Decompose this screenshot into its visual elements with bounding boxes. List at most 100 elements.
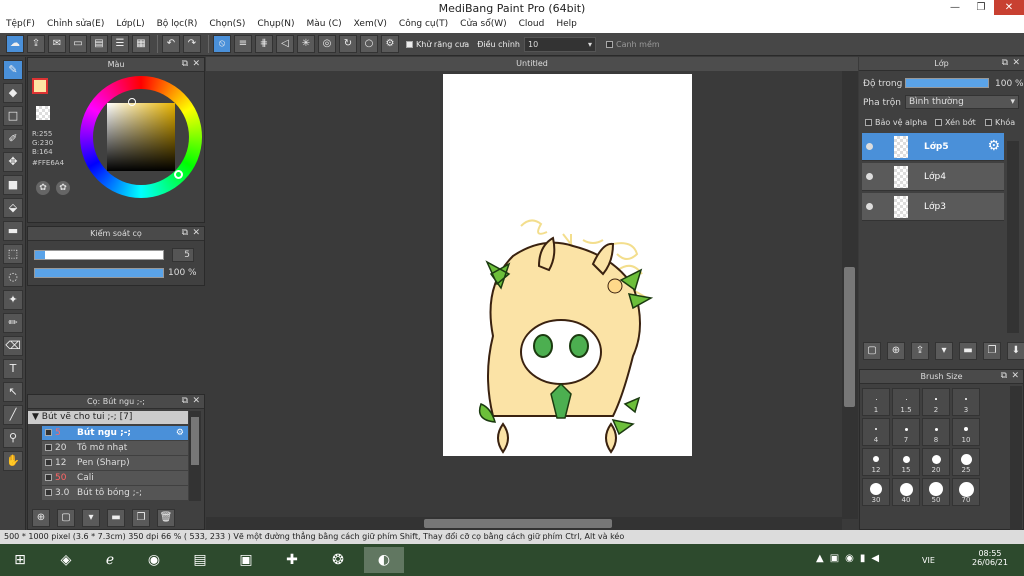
menu-color[interactable]: Màu (C)	[301, 17, 348, 33]
folder-icon[interactable]: ▬	[107, 509, 125, 527]
layer-row[interactable]: Lớp4	[862, 163, 1004, 191]
close-icon[interactable]: ✕	[192, 227, 200, 240]
menu-snap[interactable]: Chụp(N)	[251, 17, 300, 33]
eyedropper-tool-icon[interactable]: ⚲	[3, 428, 23, 448]
restore-button[interactable]: ❐	[968, 0, 994, 15]
ellipse-snap-icon[interactable]: ○	[360, 35, 378, 53]
bluestacks-icon[interactable]: ◈	[46, 547, 86, 573]
brush-item[interactable]: 20 Tô mờ nhạt	[42, 441, 188, 455]
redo-icon[interactable]: ↷	[183, 35, 201, 53]
lock-toggle[interactable]: Khóa	[985, 118, 1015, 127]
chrome-icon[interactable]: ◉	[134, 547, 174, 573]
canvas-vertical-scrollbar[interactable]	[842, 71, 858, 519]
grid-icon[interactable]: ▦	[132, 35, 150, 53]
brush-size-preset[interactable]: 4	[862, 418, 890, 446]
tray-icons[interactable]: ▲▣◉▮◀	[816, 553, 885, 564]
import-layer-icon[interactable]: ⇪	[911, 342, 929, 360]
palette-icon[interactable]: ✿	[36, 181, 50, 195]
layer-menu-icon[interactable]: ▾	[935, 342, 953, 360]
snap-off-icon[interactable]: ⦸	[213, 35, 231, 53]
delete-icon[interactable]: 🗑	[157, 509, 175, 527]
hue-picker-handle[interactable]	[174, 170, 183, 179]
lasso-tool-icon[interactable]: ◌	[3, 267, 23, 287]
brush-size-preset[interactable]: 20	[922, 448, 950, 476]
protect-alpha-checkbox[interactable]	[865, 119, 872, 126]
gradient-tool-icon[interactable]: ▬	[3, 221, 23, 241]
brush-item-checkbox[interactable]	[45, 489, 52, 496]
minimize-button[interactable]: —	[942, 0, 968, 15]
medibang-icon[interactable]: ◐	[364, 547, 404, 573]
pen-tool-icon[interactable]: ✐	[3, 129, 23, 149]
popout-icon[interactable]: ⧉	[1001, 370, 1007, 383]
brush-item-checkbox[interactable]	[45, 429, 52, 436]
bucket-tool-icon[interactable]: ⬙	[3, 198, 23, 218]
lock-checkbox[interactable]	[985, 119, 992, 126]
popout-icon[interactable]: ⧉	[1002, 57, 1008, 70]
close-icon[interactable]: ✕	[1011, 370, 1019, 383]
menu-window[interactable]: Cửa sổ(W)	[454, 17, 512, 33]
brush-opacity-slider[interactable]	[34, 268, 164, 278]
fill-rect-tool-icon[interactable]: ■	[3, 175, 23, 195]
brush-item[interactable]: 5 Bút ngu ;-; ⚙	[42, 426, 188, 440]
operation-tool-icon[interactable]: ↖	[3, 382, 23, 402]
select-eraser-tool-icon[interactable]: ⌫	[3, 336, 23, 356]
divide-tool-icon[interactable]: ╱	[3, 405, 23, 425]
brush-item-checkbox[interactable]	[45, 444, 52, 451]
brush-size-preset[interactable]: 25	[952, 448, 980, 476]
file-explorer-icon[interactable]: ▤	[180, 547, 220, 573]
close-icon[interactable]: ✕	[1012, 57, 1020, 70]
gear-icon[interactable]: ⚙	[987, 138, 1000, 154]
correction-select[interactable]: 10 ▾	[523, 36, 596, 52]
clock[interactable]: 08:55 26/06/21	[972, 549, 1008, 567]
new-brush-icon[interactable]: ▢	[57, 509, 75, 527]
brush-size-preset[interactable]: 2	[922, 388, 950, 416]
clipping-checkbox[interactable]	[935, 119, 942, 126]
brush-size-preset[interactable]: 15	[892, 448, 920, 476]
close-button[interactable]: ✕	[994, 0, 1024, 15]
brush-size-preset[interactable]: 1	[862, 388, 890, 416]
menu-filter[interactable]: Bộ lọc(R)	[151, 17, 204, 33]
brush-size-preset[interactable]: 10	[952, 418, 980, 446]
brush-size-value[interactable]: 5	[172, 248, 194, 262]
brush-size-preset[interactable]: 70	[952, 478, 980, 506]
magic-wand-tool-icon[interactable]: ✦	[3, 290, 23, 310]
close-icon[interactable]: ✕	[192, 395, 200, 408]
rect-tool-icon[interactable]: □	[3, 106, 23, 126]
chat-icon[interactable]: ▭	[69, 35, 87, 53]
brush-item[interactable]: 12 Pen (Sharp)	[42, 456, 188, 470]
share-icon[interactable]: ⇪	[27, 35, 45, 53]
eraser-tool-icon[interactable]: ◆	[3, 83, 23, 103]
brush-item[interactable]: 50 Cali	[42, 471, 188, 485]
brush-size-preset[interactable]: 1.5	[892, 388, 920, 416]
new-layer-icon[interactable]: ▢	[863, 342, 881, 360]
duplicate-layer-icon[interactable]: ❐	[983, 342, 1001, 360]
layer-row[interactable]: Lớp5 ⚙	[862, 133, 1004, 161]
menu-select[interactable]: Chọn(S)	[203, 17, 251, 33]
list-icon[interactable]: ☰	[111, 35, 129, 53]
blend-mode-select[interactable]: Bình thường ▾	[905, 95, 1019, 109]
new-halftone-layer-icon[interactable]: ⊕	[887, 342, 905, 360]
visibility-icon[interactable]	[866, 143, 873, 150]
layer-list-scrollbar[interactable]	[1007, 141, 1019, 333]
settings-icon[interactable]: ⚙	[381, 35, 399, 53]
powerpoint-icon[interactable]: ▣	[226, 547, 266, 573]
transparent-color-swatch[interactable]	[36, 106, 50, 120]
cross-snap-icon[interactable]: ⋕	[255, 35, 273, 53]
brush-size-preset[interactable]: 40	[892, 478, 920, 506]
document-icon[interactable]: ▤	[90, 35, 108, 53]
sv-picker-handle[interactable]	[128, 98, 136, 106]
menu-help[interactable]: Help	[550, 17, 583, 33]
menu-tools[interactable]: Công cụ(T)	[393, 17, 454, 33]
popout-icon[interactable]: ⧉	[182, 58, 188, 71]
drawing-canvas[interactable]	[443, 74, 692, 456]
brush-group-row[interactable]: ▼ Bút vẽ cho tui ;-; [7]	[28, 411, 188, 424]
brush-size-preset[interactable]: 50	[922, 478, 950, 506]
brush-size-slider[interactable]	[34, 250, 164, 260]
circle-snap-icon[interactable]: ◎	[318, 35, 336, 53]
close-icon[interactable]: ✕	[192, 58, 200, 71]
add-brush-icon[interactable]: ⊕	[32, 509, 50, 527]
menu-cloud[interactable]: Cloud	[513, 17, 551, 33]
visibility-icon[interactable]	[866, 203, 873, 210]
folder-icon[interactable]: ▬	[959, 342, 977, 360]
menu-file[interactable]: Tệp(F)	[0, 17, 41, 33]
